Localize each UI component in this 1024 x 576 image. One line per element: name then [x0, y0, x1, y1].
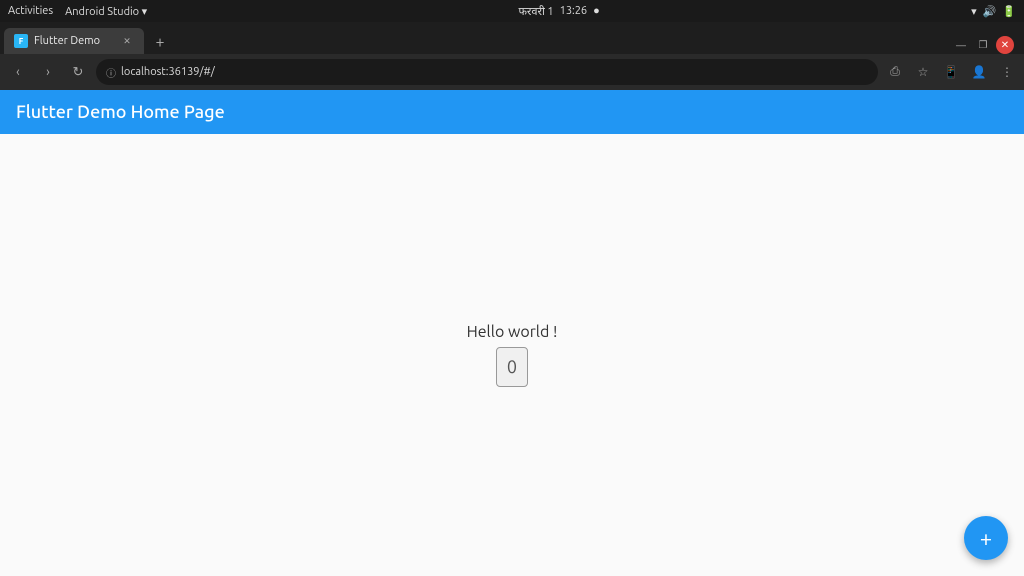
wifi-icon: ▾ [971, 5, 977, 18]
minimize-button[interactable]: — [952, 36, 970, 54]
browser-tabbar: F Flutter Demo ✕ + — ❐ ✕ [0, 22, 1024, 54]
share-button[interactable]: ⎙ [884, 61, 906, 83]
os-topbar: Activities Android Studio ▾ फरवरी 1 13:2… [0, 0, 1024, 22]
android-studio-label[interactable]: Android Studio ▾ [65, 5, 147, 18]
reload-button[interactable]: ↻ [66, 60, 90, 84]
new-tab-button[interactable]: + [148, 30, 172, 54]
flutter-appbar-title: Flutter Demo Home Page [16, 102, 225, 122]
user-button[interactable]: 👤 [968, 61, 990, 83]
phone-icon[interactable]: 📱 [940, 61, 962, 83]
tab-close-button[interactable]: ✕ [120, 34, 134, 48]
browser-addressbar: ‹ › ↻ ⓘ localhost:36139/#/ ⎙ ☆ 📱 👤 ⋮ [0, 54, 1024, 90]
lock-icon: ⓘ [106, 65, 116, 80]
close-button[interactable]: ✕ [996, 36, 1014, 54]
url-text: localhost:36139/#/ [121, 66, 215, 78]
fab-button[interactable]: + [964, 516, 1008, 560]
flutter-content: Hello world ! 0 [0, 134, 1024, 576]
tab-favicon: F [14, 34, 28, 48]
battery-icon: 🔋 [1002, 5, 1016, 18]
flutter-appbar: Flutter Demo Home Page [0, 90, 1024, 134]
browser-tab[interactable]: F Flutter Demo ✕ [4, 28, 144, 54]
tab-title: Flutter Demo [34, 35, 100, 47]
maximize-button[interactable]: ❐ [974, 36, 992, 54]
os-topbar-right: ▾ 🔊 🔋 [971, 5, 1016, 18]
forward-button[interactable]: › [36, 60, 60, 84]
browser-chrome: F Flutter Demo ✕ + — ❐ ✕ ‹ › ↻ ⓘ localho… [0, 22, 1024, 90]
counter-value: 0 [496, 347, 528, 387]
os-topbar-left: Activities Android Studio ▾ [8, 5, 147, 18]
flutter-app: Flutter Demo Home Page Hello world ! 0 + [0, 90, 1024, 576]
activities-label[interactable]: Activities [8, 5, 53, 17]
back-button[interactable]: ‹ [6, 60, 30, 84]
addressbar-right: ⎙ ☆ 📱 👤 ⋮ [884, 61, 1018, 83]
date-label: फरवरी 1 [518, 4, 553, 19]
time-label: 13:26 [560, 5, 588, 17]
menu-button[interactable]: ⋮ [996, 61, 1018, 83]
status-dot: ● [593, 5, 600, 17]
tabbar-right-controls: — ❐ ✕ [946, 36, 1020, 54]
os-topbar-center: फरवरी 1 13:26 ● [518, 4, 599, 19]
bookmark-button[interactable]: ☆ [912, 61, 934, 83]
address-box[interactable]: ⓘ localhost:36139/#/ [96, 59, 878, 85]
volume-icon: 🔊 [983, 5, 997, 18]
hello-world-text: Hello world ! [467, 323, 558, 341]
